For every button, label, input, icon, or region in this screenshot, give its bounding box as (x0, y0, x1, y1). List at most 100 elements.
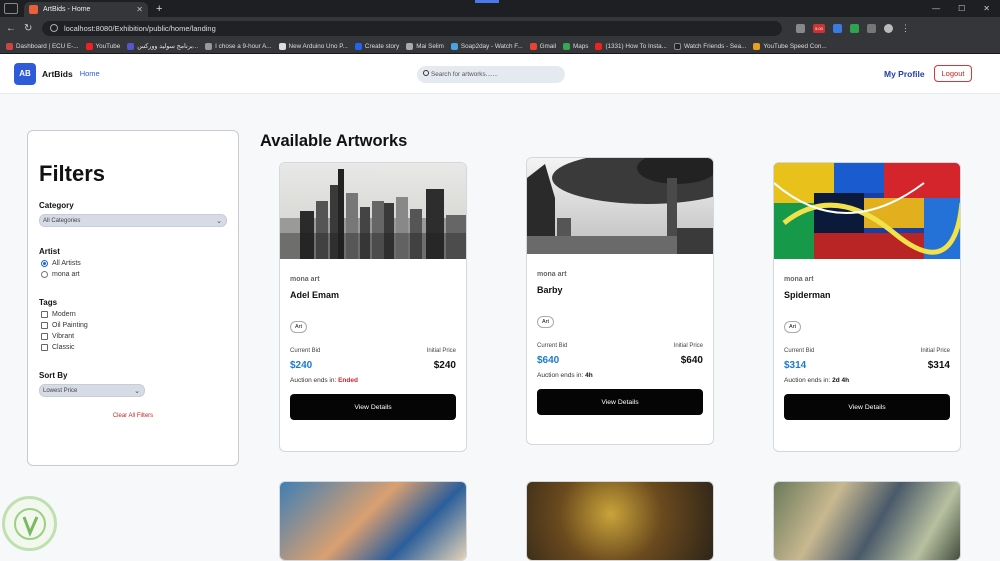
bookmark-item[interactable]: Mai Selim (406, 42, 444, 50)
bookmark-favicon-icon (6, 42, 13, 50)
checkbox[interactable] (41, 322, 48, 329)
current-bid-value: $240 (290, 360, 313, 371)
tag-checkbox-modern[interactable]: Modern (41, 311, 227, 318)
initial-price-value: $314 (927, 360, 950, 371)
initial-price-label: Initial Price (673, 343, 703, 349)
extensions-puzzle-icon[interactable] (867, 23, 876, 33)
bookmark-item[interactable]: YouTube Speed Con... (753, 42, 827, 50)
chevron-down-icon: ⌄ (216, 218, 222, 225)
bookmark-item[interactable]: YouTube (85, 42, 120, 50)
artist-option-mona-art[interactable]: mona art (41, 271, 227, 278)
avatar[interactable] (884, 23, 893, 33)
bookmark-favicon-icon (450, 42, 458, 50)
bookmark-item[interactable]: (1331) How To Insta... (595, 42, 667, 50)
extension-icon[interactable] (833, 23, 842, 33)
page: AB ArtBids Home Search for artworks.....… (0, 54, 1000, 561)
card-artist: mona art (537, 271, 567, 278)
search-input[interactable]: Search for artworks....... (417, 66, 565, 83)
sort-select[interactable]: Lowest Price ⌄ (39, 384, 145, 397)
view-details-button[interactable]: View Details (537, 389, 703, 415)
tab-actions-icon[interactable] (4, 3, 18, 14)
card-title: Spiderman (784, 290, 831, 300)
category-select-value: All Categories (43, 217, 81, 224)
page-title: Available Artworks (260, 132, 408, 150)
bookmark-item[interactable]: برنامج سوليد ووركس... (127, 42, 198, 50)
profile-indicator (475, 0, 499, 3)
bookmark-item[interactable]: Watch Friends - Sea... (673, 42, 746, 50)
leaf-icon (13, 507, 46, 540)
auction-ends: Auction ends in: 4h (537, 372, 703, 379)
bookmark-item[interactable]: Soap2day - Watch F... (450, 42, 523, 50)
card-title: Adel Emam (290, 290, 340, 300)
skyline-image (280, 169, 466, 259)
view-details-button[interactable]: View Details (290, 394, 456, 420)
tag-checkbox-vibrant[interactable]: Vibrant (41, 333, 227, 340)
gmail-icon (529, 42, 537, 50)
checkbox[interactable] (41, 311, 48, 318)
current-bid-label: Current Bid (537, 343, 568, 349)
artwork-card: mona art Spiderman Art Current Bid Initia… (773, 162, 961, 452)
checkbox[interactable] (41, 344, 48, 351)
extension-badge-icon[interactable]: 5.00 (813, 23, 825, 33)
close-tab-icon[interactable]: ✕ (136, 5, 143, 14)
bookmark-item[interactable]: New Arduino Uno P... (278, 42, 348, 50)
maps-icon (563, 42, 571, 50)
home-link[interactable]: Home (80, 69, 100, 78)
search-placeholder: Search for artworks....... (431, 71, 498, 78)
artwork-image[interactable] (280, 163, 466, 259)
browser-tab[interactable]: ArtBids - Home ✕ (24, 2, 148, 17)
extension-icon[interactable] (850, 23, 859, 33)
tag-badge: Art (290, 321, 308, 333)
radio-selected[interactable] (41, 260, 48, 267)
artwork-image[interactable] (774, 482, 960, 560)
filters-title: Filters (39, 161, 106, 186)
my-profile-link[interactable]: My Profile (884, 69, 925, 79)
radio-unselected[interactable] (41, 271, 48, 278)
current-bid-value: $640 (537, 355, 560, 366)
close-window-icon[interactable]: ✕ (983, 4, 990, 13)
logo[interactable]: AB (14, 62, 36, 85)
bookmark-item[interactable]: Dashboard | ECU E-... (6, 42, 79, 50)
extensions-area: 5.00 ⋮ (796, 23, 910, 34)
tag-checkbox-oil-painting[interactable]: Oil Painting (41, 322, 227, 329)
artwork-card: mona art Adel Emam Art Current Bid Initia… (279, 162, 467, 452)
category-select[interactable]: All Categories ⌄ (39, 214, 227, 227)
bookmark-item[interactable]: Maps (563, 42, 588, 50)
logout-button[interactable]: Logout (934, 65, 972, 82)
checkbox[interactable] (41, 333, 48, 340)
artwork-image[interactable] (774, 163, 960, 259)
maximize-icon[interactable]: ☐ (958, 4, 965, 13)
current-bid-value: $314 (784, 360, 807, 371)
url-field[interactable]: localhost:8080/Exhibition/public/home/la… (42, 20, 782, 36)
menu-dots-icon[interactable]: ⋮ (901, 23, 910, 34)
tags-label: Tags (39, 298, 58, 307)
initial-price-label: Initial Price (426, 348, 456, 354)
card-artist: mona art (784, 276, 814, 283)
address-bar-row: ← ↻ localhost:8080/Exhibition/public/hom… (0, 17, 1000, 39)
new-tab-icon[interactable]: + (156, 3, 162, 15)
auction-time-left: 2d 4h (832, 377, 850, 384)
bookmark-item[interactable]: I chose a 9-hour A... (205, 42, 272, 50)
bookmark-item[interactable]: Gmail (529, 42, 556, 50)
back-icon[interactable]: ← (6, 23, 16, 34)
clear-filters-link[interactable]: Clear All Filters (39, 413, 227, 419)
tab-title: ArtBids - Home (43, 6, 91, 13)
minimize-icon[interactable]: — (932, 4, 940, 13)
bookmarks-bar: Dashboard | ECU E-... YouTube برنامج سول… (0, 39, 1000, 54)
artwork-image[interactable] (280, 482, 466, 560)
tag-checkbox-classic[interactable]: Classic (41, 344, 227, 351)
bookmark-favicon-icon (127, 42, 135, 50)
auction-ends: Auction ends in: Ended (290, 377, 456, 384)
artwork-image[interactable] (527, 482, 713, 560)
artist-option-all[interactable]: All Artists (41, 260, 227, 267)
reload-icon[interactable]: ↻ (24, 23, 34, 34)
site-info-icon[interactable] (50, 24, 58, 32)
artwork-image[interactable] (527, 158, 713, 254)
brand-name[interactable]: ArtBids (42, 69, 73, 79)
bookmark-item[interactable]: Create story (354, 42, 399, 50)
sort-select-value: Lowest Price (43, 387, 78, 394)
view-details-button[interactable]: View Details (784, 394, 950, 420)
facebook-icon (354, 42, 362, 50)
extension-icon[interactable] (796, 23, 805, 33)
bookmark-favicon-icon (673, 42, 681, 50)
